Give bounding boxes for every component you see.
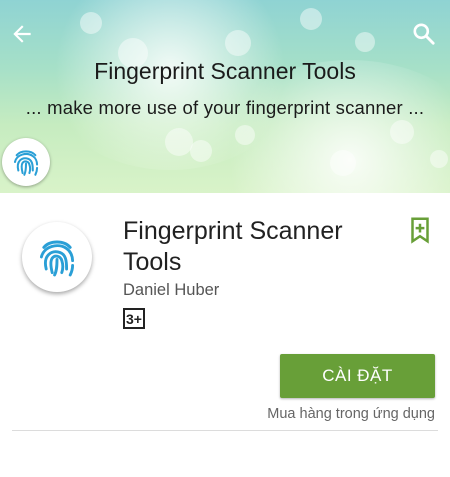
banner-bubble — [355, 32, 375, 52]
banner-subtitle: ... make more use of your fingerprint sc… — [25, 97, 425, 118]
banner-bubble — [235, 125, 255, 145]
banner-bubble — [330, 150, 356, 176]
banner-bubble — [80, 12, 102, 34]
banner-bubble — [300, 8, 322, 30]
banner-bubble — [225, 30, 251, 56]
install-button[interactable]: CÀI ĐẶT — [280, 354, 435, 398]
banner-bubble — [190, 140, 212, 162]
wishlist-button[interactable] — [405, 215, 435, 250]
search-icon — [413, 23, 435, 45]
fingerprint-icon — [13, 150, 39, 176]
divider — [12, 430, 438, 431]
app-icon — [22, 222, 92, 292]
in-app-purchases-note: Mua hàng trong ứng dụng — [267, 406, 435, 422]
bookmark-add-icon — [411, 217, 429, 244]
search-button[interactable] — [406, 16, 442, 52]
back-arrow-icon — [13, 25, 31, 43]
developer-name[interactable]: Daniel Huber — [123, 281, 219, 300]
fingerprint-icon — [39, 240, 75, 277]
feature-banner: Fingerprint Scanner Tools ... make more … — [0, 0, 450, 193]
banner-app-logo — [2, 138, 50, 186]
content-rating-badge: 3+ — [123, 308, 145, 329]
banner-bubble — [390, 120, 414, 144]
banner-title: Fingerprint Scanner Tools — [94, 58, 356, 84]
banner-bubble — [430, 150, 448, 168]
banner-bubble — [165, 128, 193, 156]
back-button[interactable] — [4, 16, 40, 52]
app-title: Fingerprint Scanner Tools — [123, 217, 343, 276]
